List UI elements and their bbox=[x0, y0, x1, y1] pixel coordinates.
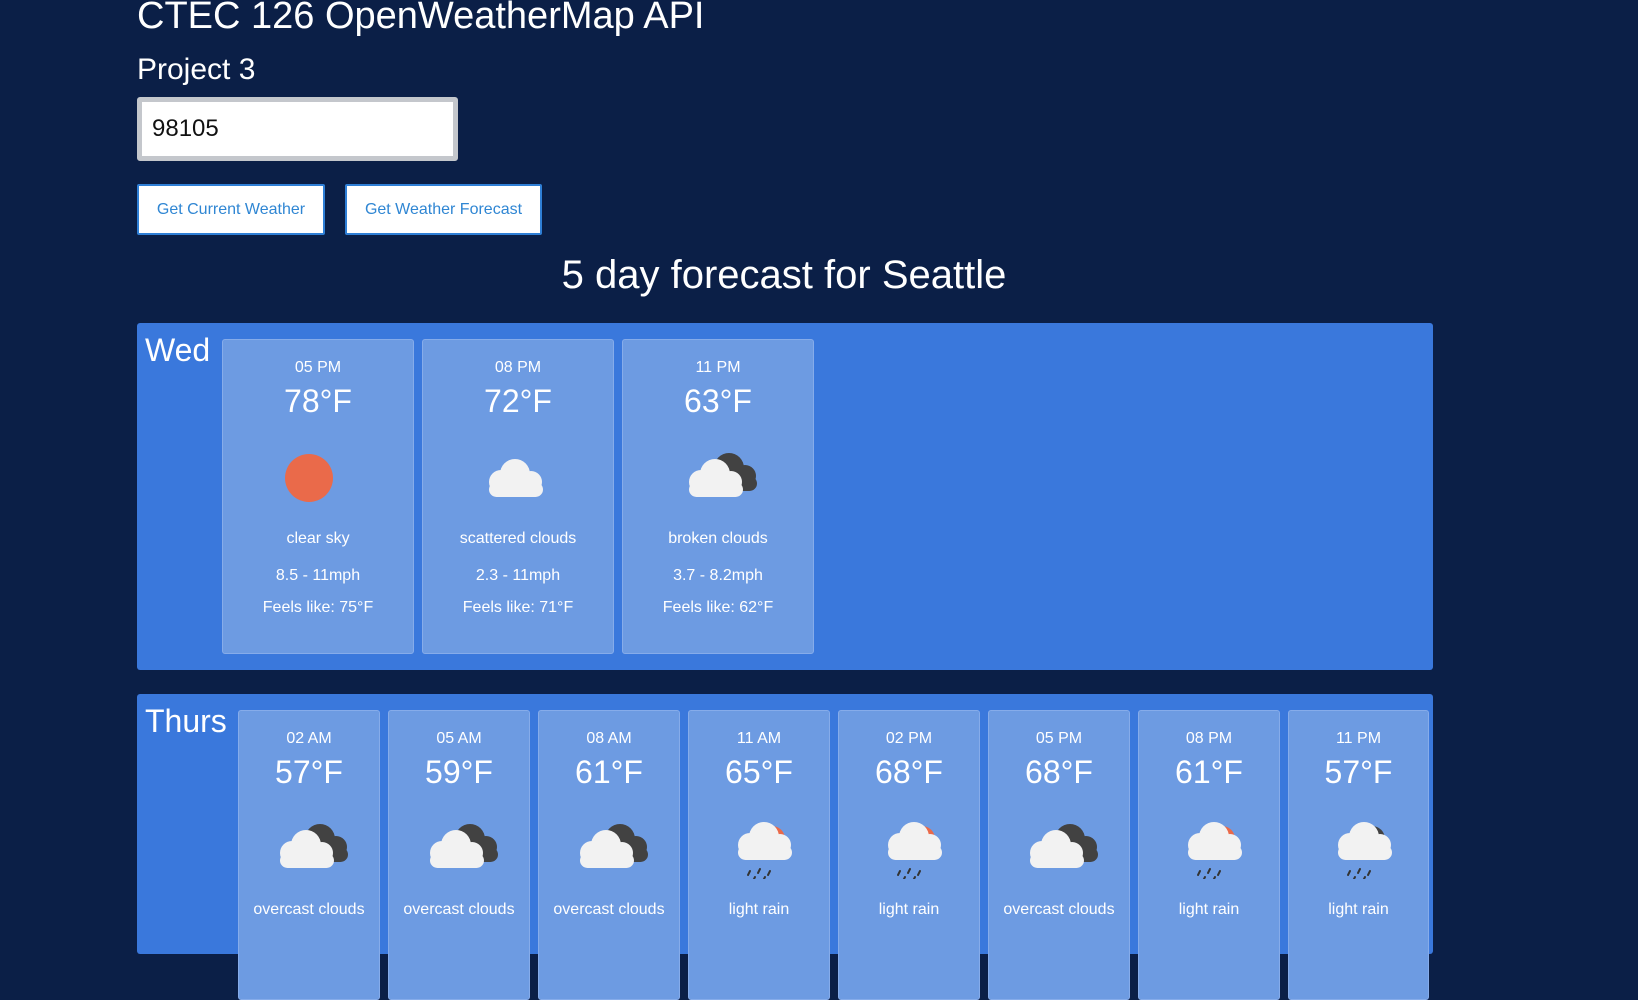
forecast-time: 05 AM bbox=[436, 730, 482, 747]
forecast-card: 05 PM 78°F clear sky 8.5 - 11mph Feels l… bbox=[222, 339, 414, 654]
forecast-wind: 8.5 - 11mph bbox=[275, 567, 361, 584]
forecast-feels-like: Feels like: 71°F bbox=[462, 599, 574, 616]
rain-sun-icon bbox=[839, 819, 979, 879]
overcast-clouds-icon bbox=[389, 819, 529, 879]
forecast-time: 02 AM bbox=[286, 730, 332, 747]
get-current-weather-button[interactable]: Get Current Weather bbox=[137, 184, 325, 235]
forecast-description: light rain bbox=[1328, 901, 1389, 918]
forecast-wind: 3.7 - 8.2mph bbox=[673, 567, 763, 584]
forecast-description: overcast clouds bbox=[253, 901, 365, 918]
forecast-temp: 78°F bbox=[284, 383, 352, 419]
rain-night-icon bbox=[1289, 819, 1428, 879]
forecast-time: 08 PM bbox=[494, 359, 542, 376]
day-panel-wed: Wed 05 PM 78°F clear sky 8.5 - 11mph Fee… bbox=[137, 323, 1433, 670]
forecast-description: light rain bbox=[878, 901, 940, 918]
day-label: Thurs bbox=[145, 703, 227, 739]
get-weather-forecast-button[interactable]: Get Weather Forecast bbox=[345, 184, 542, 235]
forecast-time: 05 PM bbox=[1035, 730, 1083, 747]
overcast-clouds-icon bbox=[239, 819, 379, 879]
rain-sun-icon bbox=[1139, 819, 1279, 879]
overcast-clouds-icon bbox=[989, 819, 1129, 879]
sun-icon bbox=[223, 448, 413, 508]
forecast-card: 11 AM 65°F light rain bbox=[688, 710, 830, 1000]
forecast-card: 05 AM 59°F overcast clouds bbox=[388, 710, 530, 1000]
forecast-description: clear sky bbox=[286, 530, 350, 547]
forecast-temp: 65°F bbox=[725, 754, 793, 790]
forecast-description: light rain bbox=[728, 901, 790, 918]
forecast-card: 08 PM 61°F light rain bbox=[1138, 710, 1280, 1000]
forecast-card: 08 PM 72°F scattered clouds 2.3 - 11mph … bbox=[422, 339, 614, 654]
forecast-description: overcast clouds bbox=[403, 901, 515, 918]
broken-clouds-icon bbox=[623, 448, 813, 508]
forecast-time: 11 PM bbox=[1335, 730, 1382, 747]
forecast-time: 08 PM bbox=[1185, 730, 1233, 747]
forecast-time: 05 PM bbox=[294, 359, 342, 376]
forecast-card: 11 PM 63°F broken clouds 3.7 - 8.2mph Fe… bbox=[622, 339, 814, 654]
forecast-temp: 68°F bbox=[1025, 754, 1093, 790]
day-panel-thurs: Thurs 02 AM 57°F overcast clouds 05 AM 5… bbox=[137, 694, 1433, 1000]
forecast-card: 02 AM 57°F overcast clouds bbox=[238, 710, 380, 1000]
overcast-clouds-icon bbox=[539, 819, 679, 879]
forecast-temp: 61°F bbox=[575, 754, 643, 790]
day-label: Wed bbox=[145, 332, 211, 368]
forecast-description: overcast clouds bbox=[553, 901, 665, 918]
forecast-time: 11 AM bbox=[736, 730, 782, 747]
forecast-card: 08 AM 61°F overcast clouds bbox=[538, 710, 680, 1000]
forecast-description: overcast clouds bbox=[1003, 901, 1115, 918]
forecast-temp: 68°F bbox=[875, 754, 943, 790]
page-title: CTEC 126 OpenWeatherMap API bbox=[137, 0, 705, 37]
forecast-card: 11 PM 57°F light rain bbox=[1288, 710, 1429, 1000]
forecast-feels-like: Feels like: 75°F bbox=[262, 599, 374, 616]
page-subtitle: Project 3 bbox=[137, 53, 256, 86]
forecast-heading: 5 day forecast for Seattle bbox=[561, 253, 1007, 297]
forecast-temp: 72°F bbox=[484, 383, 552, 419]
rain-sun-icon bbox=[689, 819, 829, 879]
forecast-description: scattered clouds bbox=[459, 530, 577, 547]
forecast-description: broken clouds bbox=[668, 530, 768, 547]
zip-code-input[interactable] bbox=[137, 97, 458, 161]
forecast-temp: 59°F bbox=[425, 754, 493, 790]
forecast-time: 11 PM bbox=[695, 359, 741, 376]
forecast-time: 02 PM bbox=[885, 730, 933, 747]
forecast-description: light rain bbox=[1178, 901, 1240, 918]
forecast-card: 05 PM 68°F overcast clouds bbox=[988, 710, 1130, 1000]
forecast-card: 02 PM 68°F light rain bbox=[838, 710, 980, 1000]
forecast-time: 08 AM bbox=[586, 730, 632, 747]
forecast-temp: 57°F bbox=[275, 754, 343, 790]
forecast-temp: 61°F bbox=[1175, 754, 1243, 790]
forecast-wind: 2.3 - 11mph bbox=[475, 567, 561, 584]
forecast-temp: 63°F bbox=[684, 383, 752, 419]
forecast-temp: 57°F bbox=[1324, 754, 1393, 790]
cloud-icon bbox=[423, 448, 613, 508]
forecast-feels-like: Feels like: 62°F bbox=[662, 599, 774, 616]
